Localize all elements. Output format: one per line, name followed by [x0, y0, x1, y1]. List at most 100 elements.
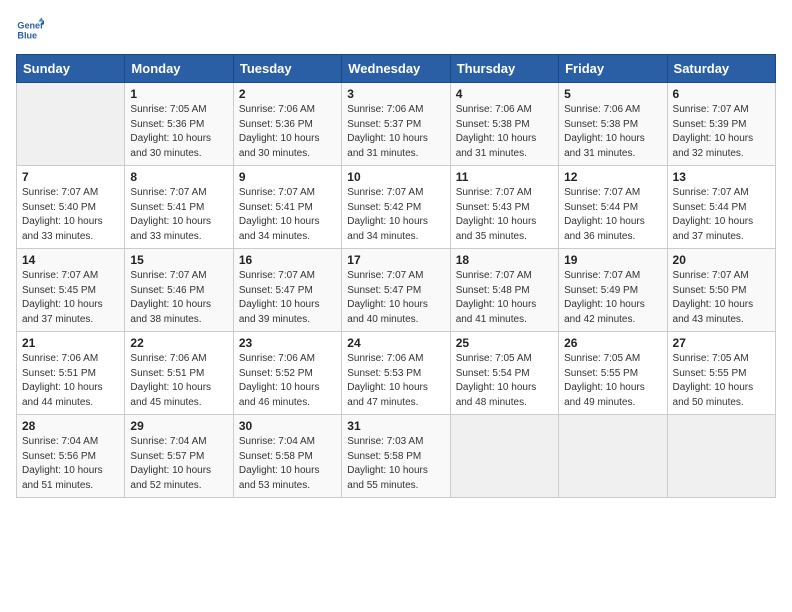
calendar-cell: 13 Sunrise: 7:07 AM Sunset: 5:44 PM Dayli… — [667, 166, 775, 249]
day-info: Sunrise: 7:04 AM Sunset: 5:57 PM Dayligh… — [130, 435, 227, 493]
calendar-cell: 16 Sunrise: 7:07 AM Sunset: 5:47 PM Dayli… — [233, 249, 341, 332]
calendar-body: 1Sunrise: 7:05 AM Sunset: 5:36 PM Daylig… — [17, 83, 776, 498]
day-info: Sunrise: 7:06 AM Sunset: 5:53 PM Dayligh… — [347, 352, 444, 410]
day-number: 18 — [456, 253, 553, 267]
day-header-monday: Monday — [125, 55, 233, 83]
calendar-cell: 24 Sunrise: 7:06 AM Sunset: 5:53 PM Dayli… — [342, 332, 450, 415]
svg-text:General: General — [17, 21, 44, 31]
day-number: 25 — [456, 336, 553, 350]
calendar-cell: 25Sunrise: 7:05 AM Sunset: 5:54 PM Dayli… — [450, 332, 558, 415]
day-info: Sunrise: 7:04 AM Sunset: 5:56 PM Dayligh… — [22, 435, 119, 493]
day-info: Sunrise: 7:05 AM Sunset: 5:55 PM Dayligh… — [564, 352, 661, 410]
day-info: Sunrise: 7:06 AM Sunset: 5:51 PM Dayligh… — [22, 352, 119, 410]
day-info: Sunrise: 7:06 AM Sunset: 5:37 PM Dayligh… — [347, 103, 444, 161]
day-number: 15 — [130, 253, 227, 267]
calendar-cell: 31 Sunrise: 7:03 AM Sunset: 5:58 PM Dayli… — [342, 415, 450, 498]
calendar-cell — [450, 415, 558, 498]
day-info: Sunrise: 7:07 AM Sunset: 5:47 PM Dayligh… — [347, 269, 444, 327]
day-info: Sunrise: 7:07 AM Sunset: 5:49 PM Dayligh… — [564, 269, 661, 327]
day-header-thursday: Thursday — [450, 55, 558, 83]
day-number: 31 — [347, 419, 444, 433]
day-number: 27 — [673, 336, 770, 350]
day-number: 5 — [564, 87, 661, 101]
day-number: 26 — [564, 336, 661, 350]
calendar-cell: 9Sunrise: 7:07 AM Sunset: 5:41 PM Daylig… — [233, 166, 341, 249]
day-info: Sunrise: 7:06 AM Sunset: 5:52 PM Dayligh… — [239, 352, 336, 410]
day-info: Sunrise: 7:07 AM Sunset: 5:40 PM Dayligh… — [22, 186, 119, 244]
day-info: Sunrise: 7:06 AM Sunset: 5:36 PM Dayligh… — [239, 103, 336, 161]
day-info: Sunrise: 7:05 AM Sunset: 5:55 PM Dayligh… — [673, 352, 770, 410]
day-number: 7 — [22, 170, 119, 184]
calendar-cell: 17 Sunrise: 7:07 AM Sunset: 5:47 PM Dayli… — [342, 249, 450, 332]
day-header-friday: Friday — [559, 55, 667, 83]
day-info: Sunrise: 7:07 AM Sunset: 5:41 PM Dayligh… — [130, 186, 227, 244]
day-info: Sunrise: 7:06 AM Sunset: 5:38 PM Dayligh… — [456, 103, 553, 161]
calendar-cell: 6 Sunrise: 7:07 AM Sunset: 5:39 PM Daylig… — [667, 83, 775, 166]
day-header-tuesday: Tuesday — [233, 55, 341, 83]
day-number: 21 — [22, 336, 119, 350]
day-info: Sunrise: 7:07 AM Sunset: 5:44 PM Dayligh… — [564, 186, 661, 244]
day-info: Sunrise: 7:05 AM Sunset: 5:36 PM Dayligh… — [130, 103, 227, 161]
day-number: 3 — [347, 87, 444, 101]
calendar-cell: 8 Sunrise: 7:07 AM Sunset: 5:41 PM Daylig… — [125, 166, 233, 249]
calendar-cell: 29 Sunrise: 7:04 AM Sunset: 5:57 PM Dayli… — [125, 415, 233, 498]
day-number: 29 — [130, 419, 227, 433]
calendar-cell: 14 Sunrise: 7:07 AM Sunset: 5:45 PM Dayli… — [17, 249, 125, 332]
calendar-week-5: 28Sunrise: 7:04 AM Sunset: 5:56 PM Dayli… — [17, 415, 776, 498]
header: General Blue — [16, 16, 776, 44]
calendar-cell: 15Sunrise: 7:07 AM Sunset: 5:46 PM Dayli… — [125, 249, 233, 332]
calendar-cell: 26 Sunrise: 7:05 AM Sunset: 5:55 PM Dayli… — [559, 332, 667, 415]
day-info: Sunrise: 7:07 AM Sunset: 5:47 PM Dayligh… — [239, 269, 336, 327]
calendar-cell: 7 Sunrise: 7:07 AM Sunset: 5:40 PM Daylig… — [17, 166, 125, 249]
day-number: 14 — [22, 253, 119, 267]
day-info: Sunrise: 7:07 AM Sunset: 5:44 PM Dayligh… — [673, 186, 770, 244]
calendar-cell: 5Sunrise: 7:06 AM Sunset: 5:38 PM Daylig… — [559, 83, 667, 166]
day-info: Sunrise: 7:06 AM Sunset: 5:51 PM Dayligh… — [130, 352, 227, 410]
day-info: Sunrise: 7:03 AM Sunset: 5:58 PM Dayligh… — [347, 435, 444, 493]
calendar-cell: 1Sunrise: 7:05 AM Sunset: 5:36 PM Daylig… — [125, 83, 233, 166]
calendar-cell: 22 Sunrise: 7:06 AM Sunset: 5:51 PM Dayli… — [125, 332, 233, 415]
calendar-cell: 20 Sunrise: 7:07 AM Sunset: 5:50 PM Dayli… — [667, 249, 775, 332]
day-number: 10 — [347, 170, 444, 184]
calendar-cell: 10Sunrise: 7:07 AM Sunset: 5:42 PM Dayli… — [342, 166, 450, 249]
day-number: 4 — [456, 87, 553, 101]
day-info: Sunrise: 7:07 AM Sunset: 5:43 PM Dayligh… — [456, 186, 553, 244]
day-header-wednesday: Wednesday — [342, 55, 450, 83]
calendar-cell: 27 Sunrise: 7:05 AM Sunset: 5:55 PM Dayli… — [667, 332, 775, 415]
calendar-week-4: 21 Sunrise: 7:06 AM Sunset: 5:51 PM Dayli… — [17, 332, 776, 415]
calendar-header: SundayMondayTuesdayWednesdayThursdayFrid… — [17, 55, 776, 83]
calendar-cell: 2Sunrise: 7:06 AM Sunset: 5:36 PM Daylig… — [233, 83, 341, 166]
day-number: 23 — [239, 336, 336, 350]
calendar-cell: 21 Sunrise: 7:06 AM Sunset: 5:51 PM Dayli… — [17, 332, 125, 415]
calendar-week-1: 1Sunrise: 7:05 AM Sunset: 5:36 PM Daylig… — [17, 83, 776, 166]
day-number: 8 — [130, 170, 227, 184]
day-number: 11 — [456, 170, 553, 184]
calendar-table: SundayMondayTuesdayWednesdayThursdayFrid… — [16, 54, 776, 498]
day-number: 30 — [239, 419, 336, 433]
calendar-cell: 30 Sunrise: 7:04 AM Sunset: 5:58 PM Dayli… — [233, 415, 341, 498]
calendar-cell: 18 Sunrise: 7:07 AM Sunset: 5:48 PM Dayli… — [450, 249, 558, 332]
day-number: 22 — [130, 336, 227, 350]
day-number: 17 — [347, 253, 444, 267]
calendar-cell: 12Sunrise: 7:07 AM Sunset: 5:44 PM Dayli… — [559, 166, 667, 249]
day-info: Sunrise: 7:07 AM Sunset: 5:50 PM Dayligh… — [673, 269, 770, 327]
day-header-sunday: Sunday — [17, 55, 125, 83]
calendar-cell: 4 Sunrise: 7:06 AM Sunset: 5:38 PM Daylig… — [450, 83, 558, 166]
calendar-week-2: 7 Sunrise: 7:07 AM Sunset: 5:40 PM Daylig… — [17, 166, 776, 249]
day-number: 20 — [673, 253, 770, 267]
day-info: Sunrise: 7:04 AM Sunset: 5:58 PM Dayligh… — [239, 435, 336, 493]
day-number: 9 — [239, 170, 336, 184]
day-number: 24 — [347, 336, 444, 350]
day-info: Sunrise: 7:07 AM Sunset: 5:48 PM Dayligh… — [456, 269, 553, 327]
day-info: Sunrise: 7:07 AM Sunset: 5:39 PM Dayligh… — [673, 103, 770, 161]
calendar-cell — [667, 415, 775, 498]
calendar-cell: 19 Sunrise: 7:07 AM Sunset: 5:49 PM Dayli… — [559, 249, 667, 332]
calendar-cell — [559, 415, 667, 498]
day-number: 19 — [564, 253, 661, 267]
calendar-cell — [17, 83, 125, 166]
svg-text:Blue: Blue — [17, 30, 37, 40]
day-number: 6 — [673, 87, 770, 101]
day-number: 16 — [239, 253, 336, 267]
day-info: Sunrise: 7:07 AM Sunset: 5:45 PM Dayligh… — [22, 269, 119, 327]
day-number: 13 — [673, 170, 770, 184]
